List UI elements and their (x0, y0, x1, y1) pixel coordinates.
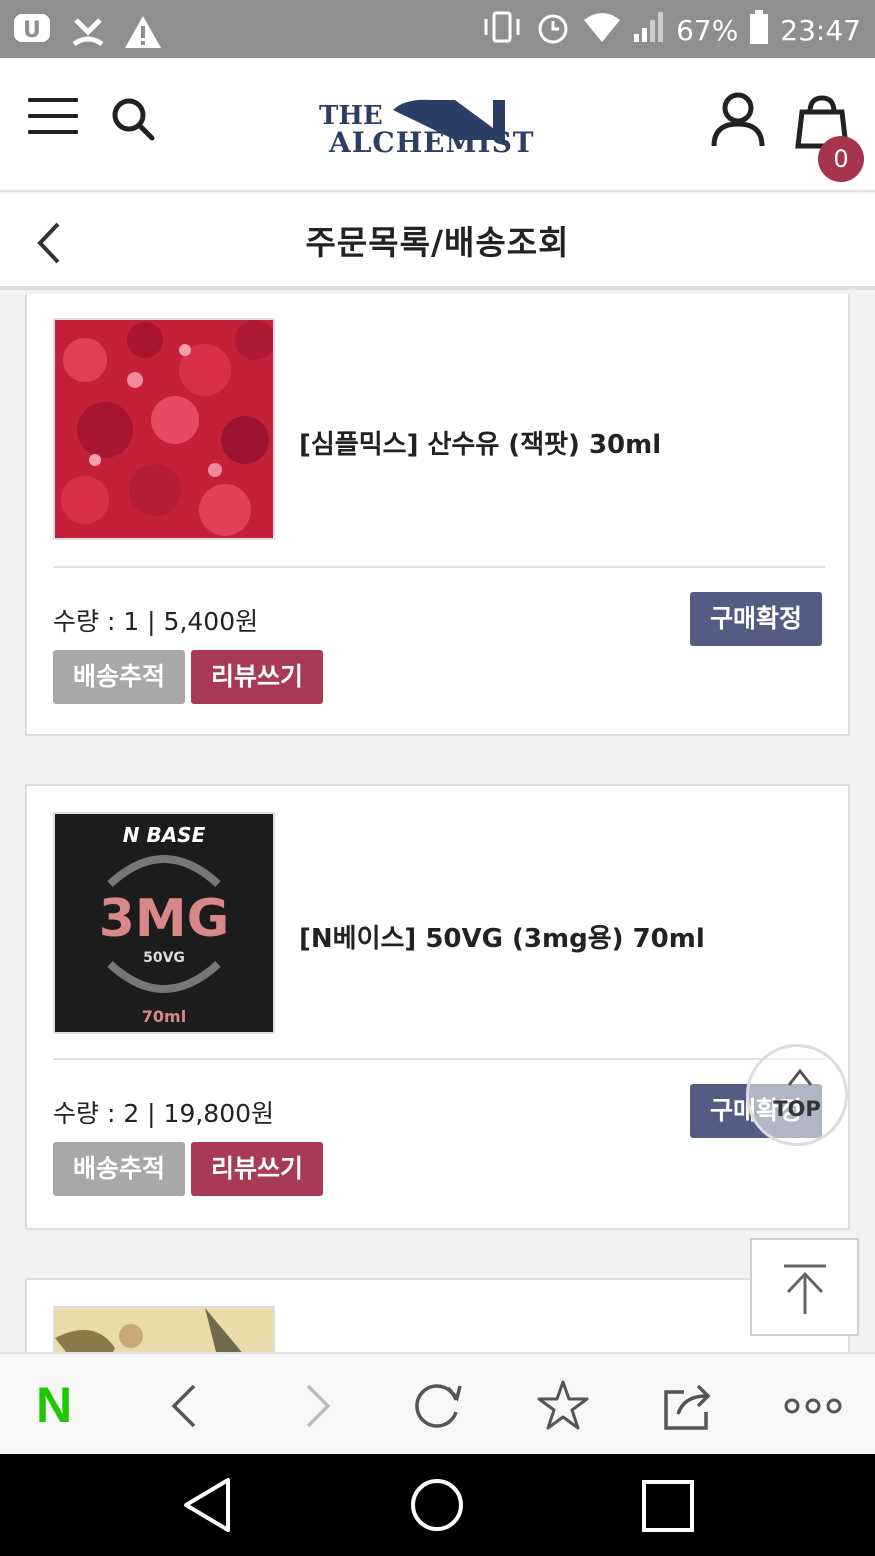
site-logo[interactable]: THE ALCHEMIST (305, 88, 575, 160)
vibrate-icon (480, 9, 524, 52)
cart-count-badge: 0 (818, 136, 864, 182)
user-icon[interactable] (708, 90, 768, 150)
scroll-top-circle-button[interactable]: TOP (746, 1044, 848, 1146)
refresh-icon[interactable] (410, 1378, 466, 1434)
quantity-price: 수량 : 1 | 5,400원 (53, 607, 259, 636)
scroll-to-top-button[interactable] (750, 1238, 859, 1336)
quantity-price: 수량 : 2 | 19,800원 (53, 1099, 275, 1128)
order-card (25, 1278, 850, 1352)
chevron-up-icon (787, 1068, 813, 1086)
thumb-brand: N BASE (123, 823, 206, 847)
nav-home-icon[interactable] (408, 1476, 466, 1534)
write-review-button[interactable]: 리뷰쓰기 (191, 650, 323, 704)
warning-icon (124, 14, 162, 54)
product-name[interactable]: [N베이스] 50VG (3mg용) 70ml (299, 918, 705, 955)
browser-forward-icon[interactable] (288, 1378, 344, 1434)
naver-home-icon[interactable]: N (36, 1376, 72, 1434)
wifi-icon (582, 10, 622, 51)
more-options-icon[interactable] (784, 1378, 842, 1434)
share-icon[interactable] (660, 1378, 716, 1434)
product-thumbnail[interactable] (53, 1306, 275, 1352)
signal-icon (632, 10, 666, 51)
divider (53, 566, 825, 568)
u-plus-icon: U (12, 10, 52, 57)
nav-back-icon[interactable] (180, 1476, 236, 1534)
logo-line2: ALCHEMIST (328, 126, 535, 159)
clock: 23:47 (780, 14, 861, 47)
alarm-icon (534, 8, 572, 53)
thumb-vg: 50VG (143, 950, 185, 966)
order-card: N BASE 3MG 50VG 70ml [N베이스] 50VG (3mg용) … (25, 784, 850, 1230)
svg-text:U: U (23, 18, 41, 43)
battery-icon (748, 9, 770, 52)
site-header: THE ALCHEMIST 0 (0, 58, 875, 192)
track-delivery-button[interactable]: 배송추적 (53, 1142, 185, 1196)
page-title: 주문목록/배송조회 (305, 223, 570, 262)
missed-call-icon (70, 14, 106, 54)
arrow-up-icon (784, 1264, 826, 1314)
status-bar: U 67% 23:47 (0, 0, 875, 58)
browser-back-icon[interactable] (158, 1378, 214, 1434)
search-icon[interactable] (110, 96, 156, 142)
bookmark-star-icon[interactable] (535, 1378, 591, 1434)
product-thumbnail[interactable]: N BASE 3MG 50VG 70ml (53, 812, 275, 1034)
product-name[interactable]: [심플믹스] 산수유 (잭팟) 30ml (299, 424, 661, 461)
battery-percent: 67% (676, 14, 739, 47)
nav-recents-icon[interactable] (640, 1478, 696, 1534)
write-review-button[interactable]: 리뷰쓰기 (191, 1142, 323, 1196)
browser-toolbar: N (0, 1352, 875, 1454)
order-list[interactable]: [심플믹스] 산수유 (잭팟) 30ml 수량 : 1 | 5,400원 구매확… (0, 294, 875, 1352)
confirm-purchase-button[interactable]: 구매확정 (690, 592, 822, 646)
page-title-bar: 주문목록/배송조회 (0, 194, 875, 290)
divider (53, 1058, 825, 1060)
menu-icon[interactable] (28, 98, 78, 134)
order-card: [심플믹스] 산수유 (잭팟) 30ml 수량 : 1 | 5,400원 구매확… (25, 294, 850, 736)
thumb-strength: 3MG (99, 889, 230, 949)
track-delivery-button[interactable]: 배송추적 (53, 650, 185, 704)
thumb-volume: 70ml (142, 1007, 186, 1026)
product-thumbnail[interactable] (53, 318, 275, 540)
system-nav-bar (0, 1454, 875, 1556)
top-label: TOP (773, 1097, 821, 1121)
